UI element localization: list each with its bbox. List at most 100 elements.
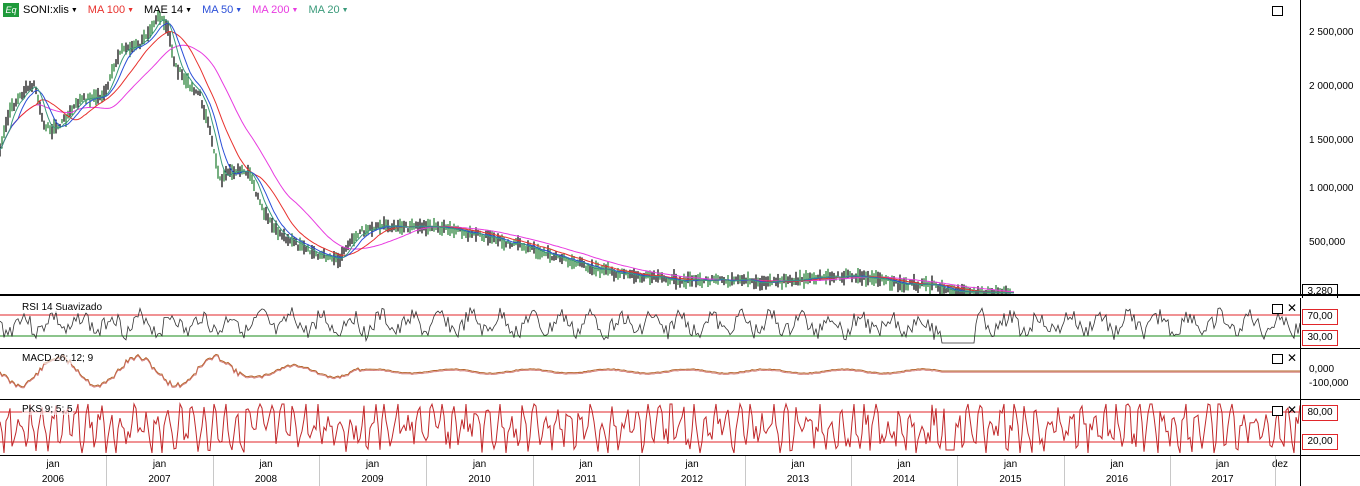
time-year-label: 2011 <box>575 474 597 485</box>
rsi-lower-tag: 30,00 <box>1302 330 1338 346</box>
price-axis-label: 1 500,000 <box>1309 135 1354 146</box>
macd-signal-line <box>0 355 1300 389</box>
year-divider <box>639 456 640 486</box>
time-year-label: 2014 <box>892 474 916 485</box>
price-axis-label: 2 500,000 <box>1309 27 1354 38</box>
time-year-label: 2016 <box>1105 474 1129 485</box>
legend-ma100-label: MA 100 <box>87 4 126 16</box>
price-axis-label: 1 000,000 <box>1309 183 1354 194</box>
macd-line <box>0 353 1300 388</box>
symbol-label: SONI:xlis <box>23 4 69 16</box>
chart-legend: Eq SONI:xlis ▼ MA 100 ▼ MAE 14 ▼ MA 50 ▼ MA… <box>3 3 349 17</box>
time-year-label: 2013 <box>786 474 810 485</box>
ma200-line <box>0 44 1015 293</box>
macd-chart[interactable] <box>0 351 1300 399</box>
time-month-label: jan <box>791 459 805 470</box>
panel-divider <box>0 294 1360 296</box>
maximize-panel-icon[interactable] <box>1272 304 1283 314</box>
pks-title[interactable]: PKS 9; 5; 5 <box>22 404 73 415</box>
price-chart[interactable] <box>0 0 1300 294</box>
time-month-label: jan <box>1110 459 1124 470</box>
rsi-upper-tag: 70,00 <box>1302 309 1338 325</box>
time-month-label: jan <box>1215 459 1230 470</box>
rsi-line <box>0 307 1300 344</box>
macd-axis-label: -100,000 <box>1309 378 1349 389</box>
macd-axis: 0,000 -100,000 <box>1300 349 1360 399</box>
year-divider <box>1275 456 1276 486</box>
time-year-label: 2010 <box>468 474 491 485</box>
legend-ma20[interactable]: MA 20 ▼ <box>308 4 348 16</box>
price-axis-label: 2 000,000 <box>1309 81 1354 92</box>
year-divider <box>533 456 534 486</box>
legend-ma200-label: MA 200 <box>252 4 290 16</box>
panel-divider <box>0 399 1360 400</box>
time-month-label: jan <box>579 459 593 470</box>
ma50-line <box>0 22 1015 294</box>
year-divider <box>213 456 214 486</box>
year-divider <box>745 456 746 486</box>
year-divider <box>1064 456 1065 486</box>
price-axis-label: 500,000 <box>1309 237 1346 248</box>
legend-ma100[interactable]: MA 100 ▼ <box>88 4 134 16</box>
time-year-label: 2015 <box>999 474 1022 485</box>
year-divider <box>957 456 958 486</box>
ma100-line <box>0 30 1015 294</box>
legend-mae14[interactable]: MAE 14 ▼ <box>144 4 192 16</box>
year-divider <box>851 456 852 486</box>
ma20-line <box>0 19 1015 294</box>
time-year-label: 2007 <box>148 474 171 485</box>
pks-chart[interactable] <box>0 402 1300 455</box>
legend-ma50[interactable]: MA 50 ▼ <box>202 4 242 16</box>
time-axis-corner <box>1300 455 1360 486</box>
legend-ma20-label: MA 20 <box>308 4 340 16</box>
dropdown-arrow-icon: ▼ <box>185 6 193 14</box>
time-year-label: 2012 <box>680 474 704 485</box>
dropdown-arrow-icon: ▼ <box>127 6 135 14</box>
time-year-label: 2006 <box>41 474 65 485</box>
dropdown-arrow-icon: ▼ <box>235 6 243 14</box>
macd-panel[interactable]: MACD 26; 12; 9 ✕ <box>0 351 1300 399</box>
time-month-label: jan <box>1003 459 1018 470</box>
panel-divider <box>0 348 1360 349</box>
time-year-label: 2008 <box>254 474 278 485</box>
time-month-label: jan <box>685 459 699 470</box>
close-panel-icon[interactable]: ✕ <box>1287 404 1297 416</box>
macd-axis-label: 0,000 <box>1309 364 1335 375</box>
maximize-panel-icon[interactable] <box>1272 406 1283 416</box>
rsi-panel[interactable]: RSI 14 Suavizado ✕ <box>0 300 1300 348</box>
pks-line <box>0 402 1300 454</box>
price-axis: 2 500,000 2 000,000 1 500,000 1 000,000 … <box>1300 0 1360 294</box>
pks-lower-tag: 20,00 <box>1302 434 1338 450</box>
legend-ma200[interactable]: MA 200 ▼ <box>252 4 298 16</box>
equity-badge-icon: Eq <box>3 3 19 17</box>
time-month-label: jan <box>472 459 487 470</box>
symbol-selector[interactable]: Eq SONI:xlis ▼ <box>3 3 78 17</box>
pks-panel[interactable]: PKS 9; 5; 5 ✕ <box>0 402 1300 455</box>
time-month-label: jan <box>46 459 60 470</box>
maximize-panel-icon[interactable] <box>1272 354 1283 364</box>
maximize-panel-icon[interactable] <box>1272 6 1283 16</box>
macd-title[interactable]: MACD 26; 12; 9 <box>22 353 94 364</box>
pks-upper-tag: 80,00 <box>1302 405 1338 421</box>
year-divider <box>106 456 107 486</box>
price-candles <box>0 10 1011 294</box>
dropdown-arrow-icon: ▼ <box>291 6 299 14</box>
dropdown-arrow-icon: ▼ <box>70 6 78 14</box>
time-month-label: jan <box>365 459 380 470</box>
time-month-label: jan <box>897 459 911 470</box>
dropdown-arrow-icon: ▼ <box>341 6 349 14</box>
time-month-label: jan <box>152 459 167 470</box>
time-month-label: jan <box>259 459 273 470</box>
year-divider <box>426 456 427 486</box>
time-axis[interactable]: jan jan jan jan jan jan jan jan jan jan … <box>0 455 1300 486</box>
rsi-chart[interactable] <box>0 300 1300 348</box>
time-month-label: dez <box>1271 459 1289 470</box>
time-year-label: 2009 <box>361 474 384 485</box>
time-year-label: 2017 <box>1211 474 1234 485</box>
close-panel-icon[interactable]: ✕ <box>1287 352 1297 364</box>
close-panel-icon[interactable]: ✕ <box>1287 302 1297 314</box>
rsi-title[interactable]: RSI 14 Suavizado <box>22 302 103 313</box>
price-chart-panel[interactable]: Eq SONI:xlis ▼ MA 100 ▼ MAE 14 ▼ MA 50 ▼ MA… <box>0 0 1300 294</box>
year-divider <box>319 456 320 486</box>
legend-ma50-label: MA 50 <box>202 4 234 16</box>
